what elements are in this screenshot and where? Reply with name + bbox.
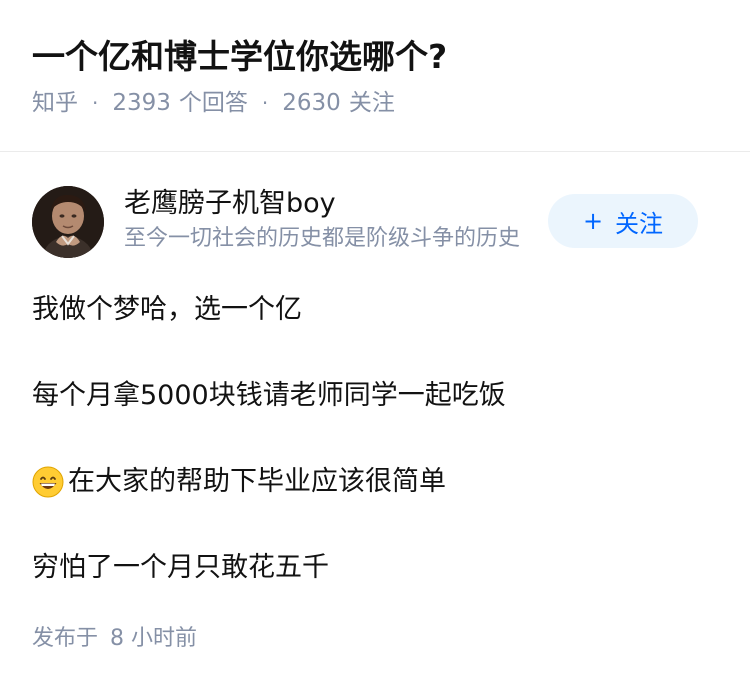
- author-row: 老鹰膀子机智boy 至今一切社会的历史都是阶级斗争的历史 + 关注: [32, 186, 718, 258]
- meta-separator: ·: [92, 91, 99, 115]
- plus-icon: +: [582, 207, 604, 235]
- avatar-image: [32, 186, 104, 258]
- answer-paragraph-text: 在大家的帮助下毕业应该很简单: [68, 466, 446, 497]
- question-header: 一个亿和博士学位你选哪个? 知乎 · 2393 个回答 · 2630 关注: [0, 0, 750, 117]
- follow-button-label: 关注: [615, 209, 664, 238]
- question-title[interactable]: 一个亿和博士学位你选哪个?: [32, 34, 718, 80]
- meta-separator: ·: [261, 91, 269, 115]
- answer-content: 我做个梦哈，选一个亿 每个月拿5000块钱请老师同学一起吃饭 在大家的帮助下毕业…: [32, 290, 718, 634]
- header-divider: [0, 151, 750, 152]
- author-name[interactable]: 老鹰膀子机智boy: [124, 186, 544, 222]
- published-time-value: 8 小时前: [110, 626, 198, 651]
- author-info: 老鹰膀子机智boy 至今一切社会的历史都是阶级斗争的历史: [124, 186, 544, 256]
- source-label[interactable]: 知乎: [32, 86, 78, 120]
- author-bio: 至今一切社会的历史都是阶级斗争的历史: [124, 226, 521, 251]
- avatar[interactable]: [32, 186, 104, 258]
- follow-button[interactable]: + 关注: [548, 194, 698, 248]
- question-meta: 知乎 · 2393 个回答 · 2630 关注: [32, 86, 718, 120]
- published-label: 发布于: [32, 626, 99, 651]
- published-time: 发布于 8 小时前: [32, 622, 197, 656]
- answer-paragraph: 穷怕了一个月只敢花五千: [32, 552, 329, 583]
- follower-count: 2630: [282, 90, 341, 116]
- answer-paragraph: 每个月拿5000块钱请老师同学一起吃饭: [32, 380, 506, 411]
- grinning-face-icon: [32, 466, 64, 498]
- answer-paragraph: 在大家的帮助下毕业应该很简单: [32, 462, 718, 502]
- follower-count-label: 关注: [348, 90, 395, 116]
- answer-count-label: 个回答: [178, 90, 248, 116]
- answer-count: 2393: [112, 90, 171, 116]
- answer-paragraph: 我做个梦哈，选一个亿: [32, 294, 302, 325]
